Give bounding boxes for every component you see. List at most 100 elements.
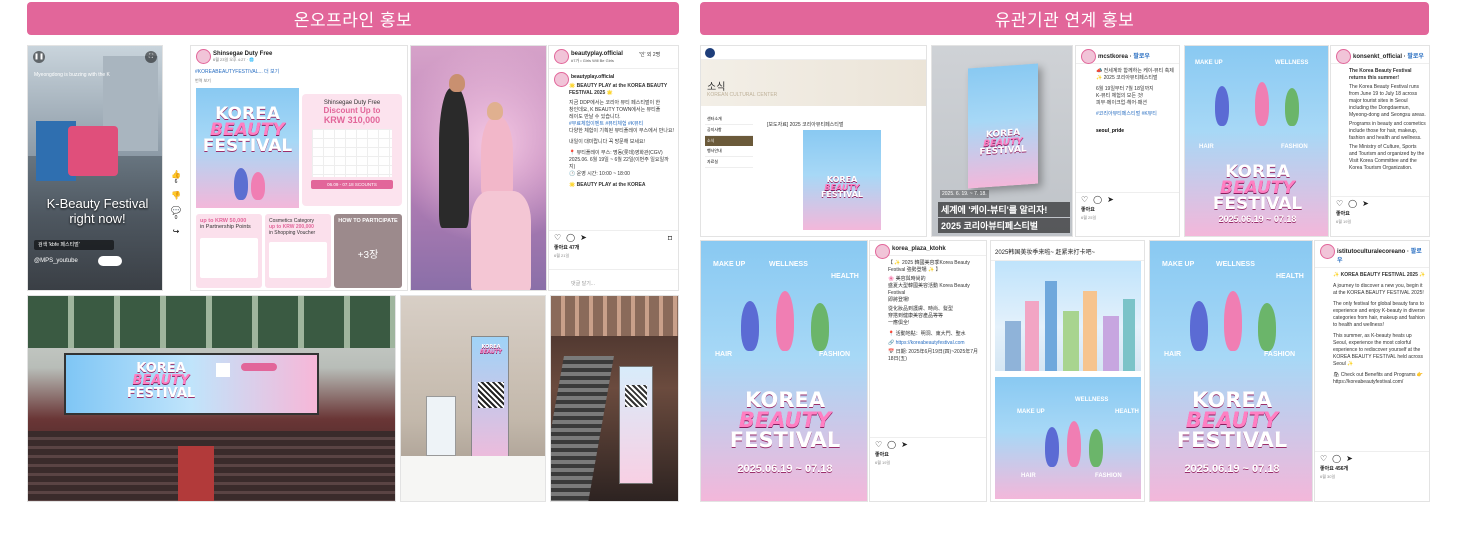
voucher-sub: in Shopping Voucher — [269, 230, 316, 236]
plaza-account[interactable]: korea_plaza_ktohk — [870, 241, 986, 259]
plaza-line-8[interactable]: 🔗 https://koreabeautyfestival.com — [870, 338, 986, 347]
beautyplay-post[interactable]: beautyplay.official '인' 외 2명 #7가 • Girls… — [548, 45, 679, 291]
italian-cat-fashion: FASHION — [1264, 351, 1296, 358]
korea-plaza-post[interactable]: korea_plaza_ktohk 【 ✨ 2025 韓國美容季Korea Be… — [869, 240, 987, 502]
chinese-blog-post[interactable]: 2025韩国美妆季来啦~ 赶紧来打卡吧~ MAKE UP WELLNESS HE… — [990, 240, 1145, 502]
cn-cat-wellness: WELLNESS — [1075, 397, 1109, 403]
beautyplay-line-3[interactable]: #무료체험이벤트 #뷰티체험 #K뷰티 — [549, 121, 678, 128]
poster-festival: FESTIVAL — [202, 136, 293, 157]
italian-post[interactable]: istitutoculturalecoreano · 팔로우 ✨ KOREA B… — [1314, 240, 1430, 502]
section-header-partner-agencies: 유관기관 연계 홍보 — [700, 2, 1429, 35]
konsenkt-actions: ♡◯➤ — [1331, 197, 1429, 210]
mcst-line-5[interactable]: #코리아뷰티페스티벌 #K뷰티 — [1076, 107, 1179, 118]
comment-icon[interactable]: ◯ — [1332, 454, 1346, 463]
comment-icon[interactable]: ◯ — [1093, 195, 1107, 204]
konsenkt-line-3: The Ministry of Culture, Sports and Tour… — [1349, 144, 1425, 171]
konsenkt-line-0: The Korea Beauty Festival returns this s… — [1349, 68, 1412, 81]
seoul-headline-1: 세계에 '케이-뷰티'를 알리자! — [938, 202, 1070, 217]
signage-led-photo: KOREA BEAUTY FESTIVAL — [27, 295, 396, 502]
beautyplay-caption-account[interactable]: beautyplay.official — [549, 69, 678, 87]
standee-beauty: BEAUTY — [480, 348, 502, 355]
plaza-line-2: 盛夏大型韓國美容活動 Korea Beauty Festival — [888, 283, 970, 296]
shorts-video-tile[interactable]: ❚❚ ⛶ Myeongdong is buzzing with the K K-… — [27, 45, 163, 291]
bookmark-icon[interactable]: ⌑ — [668, 234, 672, 243]
dislike-icon[interactable]: 👎 — [165, 191, 187, 200]
discount-line: Discount Up to — [323, 106, 381, 115]
like-icon[interactable]: 👍 — [165, 170, 187, 179]
beautyplay-line-5: 내일이 대미랍니다 꼭 방문해 보세요! — [569, 139, 645, 145]
expand-icon[interactable]: ⛶ — [145, 51, 157, 63]
send-icon[interactable]: ➤ — [1362, 199, 1374, 208]
subscribe-button[interactable] — [98, 256, 122, 266]
italian-cat-makeup: MAKE UP — [1162, 261, 1195, 268]
mcst-reply-user[interactable]: seoul_pride — [1076, 118, 1179, 134]
cn-cat-fashion: FASHION — [1095, 473, 1122, 479]
city-illustration — [995, 261, 1141, 371]
send-icon[interactable]: ➤ — [1346, 454, 1358, 463]
shinsegae-account[interactable]: Shinsegae Duty Free — [191, 46, 407, 64]
italian-dates: 2025.06.19 ~ 07.18 — [1184, 463, 1280, 475]
beautyplay-meta: '인' 외 2명 — [639, 52, 661, 58]
beautyplay-comment-input[interactable]: 댓글 달기... — [549, 269, 678, 287]
video-search-chip[interactable]: 검색 'kbfe 페스티벌' — [34, 240, 114, 250]
send-icon[interactable]: ➤ — [901, 440, 913, 449]
italian-date: 6월 30일 — [1320, 474, 1336, 479]
heart-icon[interactable]: ♡ — [1336, 199, 1348, 208]
konsenkt-cat-makeup: MAKE UP — [1195, 60, 1223, 66]
plaza-cat-hair: HAIR — [715, 351, 733, 358]
plaza-date: 6월 19일 — [875, 460, 891, 465]
cn-cat-health: HEALTH — [1115, 409, 1139, 415]
shinsegae-hashtag[interactable]: #KOREABEAUTYFESTIVAL... 더 보기 — [191, 63, 407, 75]
send-icon[interactable]: ➤ — [1107, 195, 1119, 204]
translate-link[interactable]: 번역 보기 — [191, 75, 407, 88]
kcc-menu-0[interactable]: 센터소개 — [705, 114, 753, 125]
comment-icon[interactable]: ◯ — [1348, 199, 1362, 208]
kcc-menu-4[interactable]: 자료실 — [705, 157, 753, 168]
led-screen: KOREA BEAUTY FESTIVAL — [64, 353, 319, 415]
konsenkt-likes: 좋아요 — [1336, 211, 1350, 217]
konsenkt-cat-hair: HAIR — [1199, 144, 1214, 150]
mcst-account[interactable]: mcstkorea · 팔로우 — [1076, 46, 1179, 64]
plaza-cat-wellness: WELLNESS — [769, 261, 808, 268]
send-icon[interactable]: ➤ — [580, 233, 592, 242]
heart-icon[interactable]: ♡ — [1081, 195, 1093, 204]
mcst-post[interactable]: mcstkorea · 팔로우 📣 전세계와 함께하는 케이-뷰티 축제 ✨ 2… — [1075, 45, 1180, 237]
plaza-likes: 좋아요 — [875, 452, 889, 458]
kcc-subtitle: KOREAN CULTURAL CENTER — [707, 92, 778, 98]
konsenkt-poster: MAKE UP WELLNESS HAIR FASHION KOREA BEAU… — [1184, 45, 1329, 237]
kcc-webpage[interactable]: 소식 KOREAN CULTURAL CENTER 센터소개 공지사항 소식 행… — [700, 45, 927, 237]
korea-plaza-poster: MAKE UP WELLNESS HEALTH HAIR FASHION KOR… — [700, 240, 868, 502]
plaza-dates: 2025.06.19 ~ 07.18 — [737, 463, 833, 475]
italian-line-2: The only festival for global beauty fans… — [1333, 301, 1425, 328]
italian-account[interactable]: istitutoculturalecoreano · 팔로우 — [1315, 241, 1429, 267]
kcc-menu-3[interactable]: 행사안내 — [705, 146, 753, 157]
mcst-actions: ♡◯➤ — [1076, 193, 1179, 206]
plaza-festival: FESTIVAL — [729, 427, 841, 452]
video-overlay-text: Myeongdong is buzzing with the K — [34, 72, 110, 78]
standee-banner: KOREA BEAUTY — [471, 336, 509, 471]
comment-icon[interactable]: 💬 — [165, 206, 187, 215]
kcc-menu-2[interactable]: 소식 — [705, 136, 753, 146]
italian-line-4[interactable]: 🛍 Check out Benefits and Programs 👉 http… — [1315, 368, 1429, 386]
heart-icon[interactable]: ♡ — [554, 233, 566, 242]
video-side-actions: 👍 6 👎 💬 0 ↪ — [165, 170, 187, 290]
share-icon[interactable]: ↪ — [165, 227, 187, 236]
pause-icon[interactable]: ❚❚ — [33, 51, 45, 63]
konsenkt-post[interactable]: konsenkt_official · 팔로우 The Korea Beauty… — [1330, 45, 1430, 237]
plaza-cat-health: HEALTH — [831, 273, 859, 280]
heart-icon[interactable]: ♡ — [1320, 454, 1332, 463]
kcc-menu-1[interactable]: 공지사항 — [705, 125, 753, 136]
mcst-line-0: 📣 전세계와 함께하는 케이-뷰티 축제 — [1096, 68, 1174, 74]
kcc-sidebar: 센터소개 공지사항 소식 행사안내 자료실 — [705, 114, 753, 168]
howto-card[interactable]: HOW TO PARTICIPATE +3장 — [334, 214, 402, 288]
escalator-standee-photo — [550, 295, 679, 502]
heart-icon[interactable]: ♡ — [875, 440, 887, 449]
konsenkt-account[interactable]: konsenkt_official · 팔로우 — [1331, 46, 1429, 64]
more-photos-count[interactable]: +3장 — [338, 246, 398, 261]
beautyplay-line-6: 📍 뷰티플레이 부스: 명동(롯데)영화관(CGV) — [569, 150, 663, 156]
kcc-post-title: [보도자료] 2025 코리아뷰티페스티벌 — [767, 122, 844, 128]
comment-icon[interactable]: ◯ — [887, 440, 901, 449]
comment-icon[interactable]: ◯ — [566, 233, 580, 242]
shinsegae-post[interactable]: Shinsegae Duty Free 6월 23일 오후 4:27 · 🌐 #… — [190, 45, 408, 291]
video-user[interactable]: @MPS_youtube — [34, 258, 78, 264]
